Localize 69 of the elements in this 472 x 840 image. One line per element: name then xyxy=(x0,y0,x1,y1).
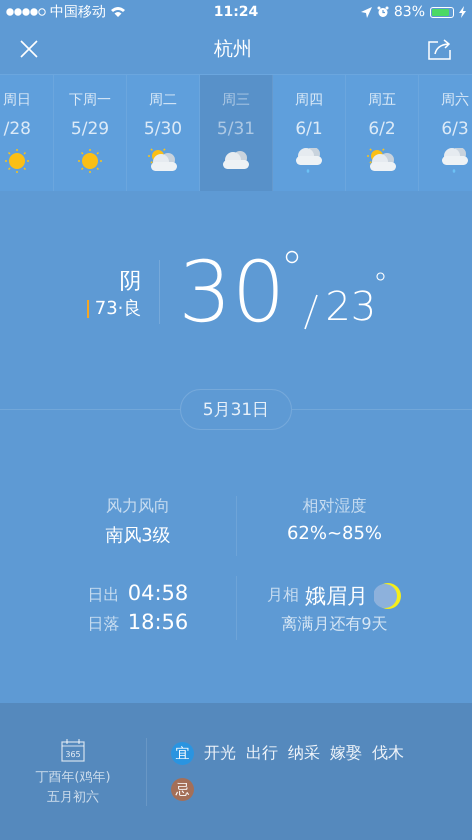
forecast-day[interactable]: 周四 6/1 xyxy=(273,75,346,191)
high-temperature: 30 xyxy=(178,250,286,334)
rain-cloud-icon xyxy=(440,148,470,174)
status-time: 11:24 xyxy=(214,4,258,20)
degree-icon xyxy=(285,250,300,264)
sunrise-time: 04:58 xyxy=(128,581,188,605)
moon-phase: 娥眉月 xyxy=(305,582,368,610)
date-label: 6/3 xyxy=(441,119,469,139)
wifi-icon xyxy=(110,6,126,18)
wind-label: 风力风向 xyxy=(106,496,170,517)
forecast-day[interactable]: 周日 /28 xyxy=(0,75,54,191)
low-temperature: 23 xyxy=(325,284,376,330)
weekday-label: 周四 xyxy=(295,91,323,109)
close-icon[interactable] xyxy=(20,40,38,58)
moon-label: 月相 xyxy=(267,585,299,606)
lunar-date: 五月初六 xyxy=(47,788,99,806)
almanac-item: 出行 xyxy=(246,743,278,764)
calendar-icon: 365 xyxy=(61,738,85,762)
humidity-label: 相对湿度 xyxy=(302,496,366,517)
forecast-day[interactable]: 周六 6/3 xyxy=(419,75,472,191)
sunset-label: 日落 xyxy=(88,614,120,635)
sun-icon xyxy=(4,148,30,174)
almanac-tag: 宜 xyxy=(171,742,194,765)
cloud-icon xyxy=(221,151,251,171)
forecast-day[interactable]: 周五 6/2 xyxy=(346,75,419,191)
slash-icon xyxy=(303,294,320,330)
degree-icon xyxy=(376,272,386,281)
city-title: 杭州 xyxy=(214,37,252,62)
almanac-item: 嫁娶 xyxy=(330,743,362,764)
full-moon-countdown: 离满月还有9天 xyxy=(281,614,388,634)
rain-cloud-icon xyxy=(294,148,324,174)
date-label: 6/2 xyxy=(368,119,396,139)
date-label: /28 xyxy=(4,119,32,139)
sunset-time: 18:56 xyxy=(128,610,188,634)
location-arrow-icon xyxy=(360,6,372,18)
date-label: 5/30 xyxy=(144,119,182,139)
weekday-label: 周五 xyxy=(368,91,396,109)
almanac-item: 纳采 xyxy=(288,743,320,764)
almanac-tag: 忌 xyxy=(171,778,194,801)
sun-cloud-icon xyxy=(148,148,178,174)
weekday-label: 下周一 xyxy=(69,91,111,109)
wind-value: 南风3级 xyxy=(105,524,171,547)
battery-icon xyxy=(430,6,454,18)
almanac-item: 开光 xyxy=(204,743,236,764)
share-icon[interactable] xyxy=(428,38,452,60)
weekday-label: 周二 xyxy=(149,91,177,109)
air-quality: 73·良 xyxy=(86,300,142,318)
crescent-moon-icon xyxy=(374,582,402,610)
charging-bolt-icon xyxy=(459,6,466,18)
alarm-clock-icon xyxy=(376,6,389,18)
weekday-label: 周三 xyxy=(222,91,250,109)
lunar-year: 丁酉年(鸡年) xyxy=(35,768,111,786)
sun-cloud-icon xyxy=(367,148,397,174)
signal-icon xyxy=(6,8,46,16)
carrier-name: 中国移动 xyxy=(50,3,106,21)
date-label: 6/1 xyxy=(295,119,323,139)
sunrise-label: 日出 xyxy=(88,585,120,606)
battery-percent: 83% xyxy=(394,4,426,20)
date-label: 5/31 xyxy=(216,119,256,139)
date-pill: 5月31日 xyxy=(180,389,292,430)
forecast-day[interactable]: 下周一 5/29 xyxy=(54,75,127,191)
weather-condition: 阴 xyxy=(119,268,142,296)
sun-icon xyxy=(77,148,103,174)
weekday-label: 周六 xyxy=(441,91,469,109)
date-label: 5/29 xyxy=(70,119,110,139)
weekday-label: 周日 xyxy=(3,91,31,109)
forecast-day[interactable]: 周三 5/31 xyxy=(200,75,273,191)
humidity-value: 62%~85% xyxy=(286,523,382,544)
almanac-item: 伐木 xyxy=(372,743,404,764)
